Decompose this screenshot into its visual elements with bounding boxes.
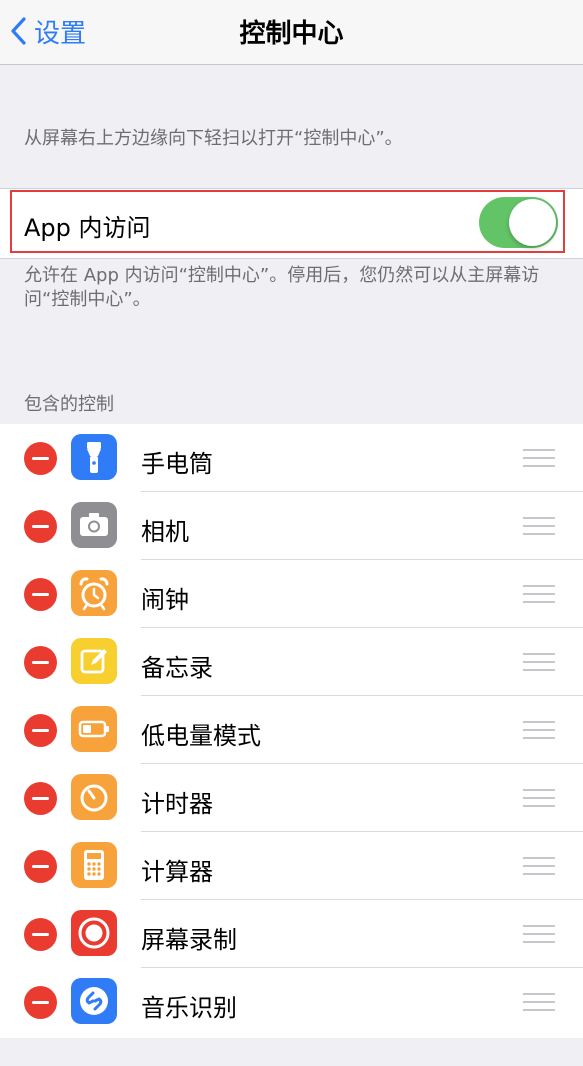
control-label: 计算器 bbox=[141, 858, 213, 886]
calculator-icon bbox=[71, 842, 117, 888]
remove-button[interactable] bbox=[24, 442, 57, 475]
reorder-handle-icon[interactable] bbox=[523, 993, 555, 1012]
reorder-handle-icon[interactable] bbox=[523, 517, 555, 536]
list-item: 屏幕录制 bbox=[0, 900, 583, 968]
navigation-bar: 设置 控制中心 bbox=[0, 0, 583, 65]
remove-button[interactable] bbox=[24, 578, 57, 611]
control-label: 手电筒 bbox=[141, 450, 213, 478]
camera-icon bbox=[71, 502, 117, 548]
list-item: 手电筒 bbox=[0, 424, 583, 492]
notes-icon bbox=[71, 638, 117, 684]
remove-button[interactable] bbox=[24, 714, 57, 747]
flashlight-icon bbox=[71, 434, 117, 480]
alarm-icon bbox=[71, 570, 117, 616]
section-header-included: 包含的控制 bbox=[24, 394, 114, 415]
app-access-description: 允许在 App 内访问“控制中心”。停用后，您仍然可以从主屏幕访问“控制中心”。 bbox=[24, 265, 540, 310]
list-item: 闹钟 bbox=[0, 560, 583, 628]
highlight-box bbox=[10, 190, 565, 253]
reorder-handle-icon[interactable] bbox=[523, 857, 555, 876]
swipe-description: 从屏幕右上方边缘向下轻扫以打开“控制中心”。 bbox=[24, 128, 403, 149]
list-item: 音乐识别 bbox=[0, 968, 583, 1036]
list-item: 计时器 bbox=[0, 764, 583, 832]
included-controls-list: 手电筒 相机 闹钟 备忘录 低电量模式 计时器 计算器 屏幕录制 音乐识别 bbox=[0, 424, 583, 1038]
reorder-handle-icon[interactable] bbox=[523, 789, 555, 808]
list-item: 相机 bbox=[0, 492, 583, 560]
remove-button[interactable] bbox=[24, 646, 57, 679]
control-label: 相机 bbox=[141, 518, 189, 546]
reorder-handle-icon[interactable] bbox=[523, 925, 555, 944]
control-label: 屏幕录制 bbox=[141, 926, 237, 954]
remove-button[interactable] bbox=[24, 918, 57, 951]
reorder-handle-icon[interactable] bbox=[523, 721, 555, 740]
list-item: 备忘录 bbox=[0, 628, 583, 696]
page-title: 控制中心 bbox=[239, 19, 344, 49]
screen-record-icon bbox=[71, 910, 117, 956]
list-item: 计算器 bbox=[0, 832, 583, 900]
control-label: 低电量模式 bbox=[141, 722, 261, 750]
remove-button[interactable] bbox=[24, 510, 57, 543]
reorder-handle-icon[interactable] bbox=[523, 449, 555, 468]
timer-icon bbox=[71, 774, 117, 820]
reorder-handle-icon[interactable] bbox=[523, 585, 555, 604]
music-recognition-icon bbox=[71, 978, 117, 1024]
remove-button[interactable] bbox=[24, 782, 57, 815]
control-label: 计时器 bbox=[141, 790, 213, 818]
control-label: 备忘录 bbox=[141, 654, 213, 682]
remove-button[interactable] bbox=[24, 850, 57, 883]
list-item: 低电量模式 bbox=[0, 696, 583, 764]
control-label: 音乐识别 bbox=[141, 994, 237, 1022]
battery-icon bbox=[71, 706, 117, 752]
remove-button[interactable] bbox=[24, 986, 57, 1019]
reorder-handle-icon[interactable] bbox=[523, 653, 555, 672]
control-label: 闹钟 bbox=[141, 586, 189, 614]
